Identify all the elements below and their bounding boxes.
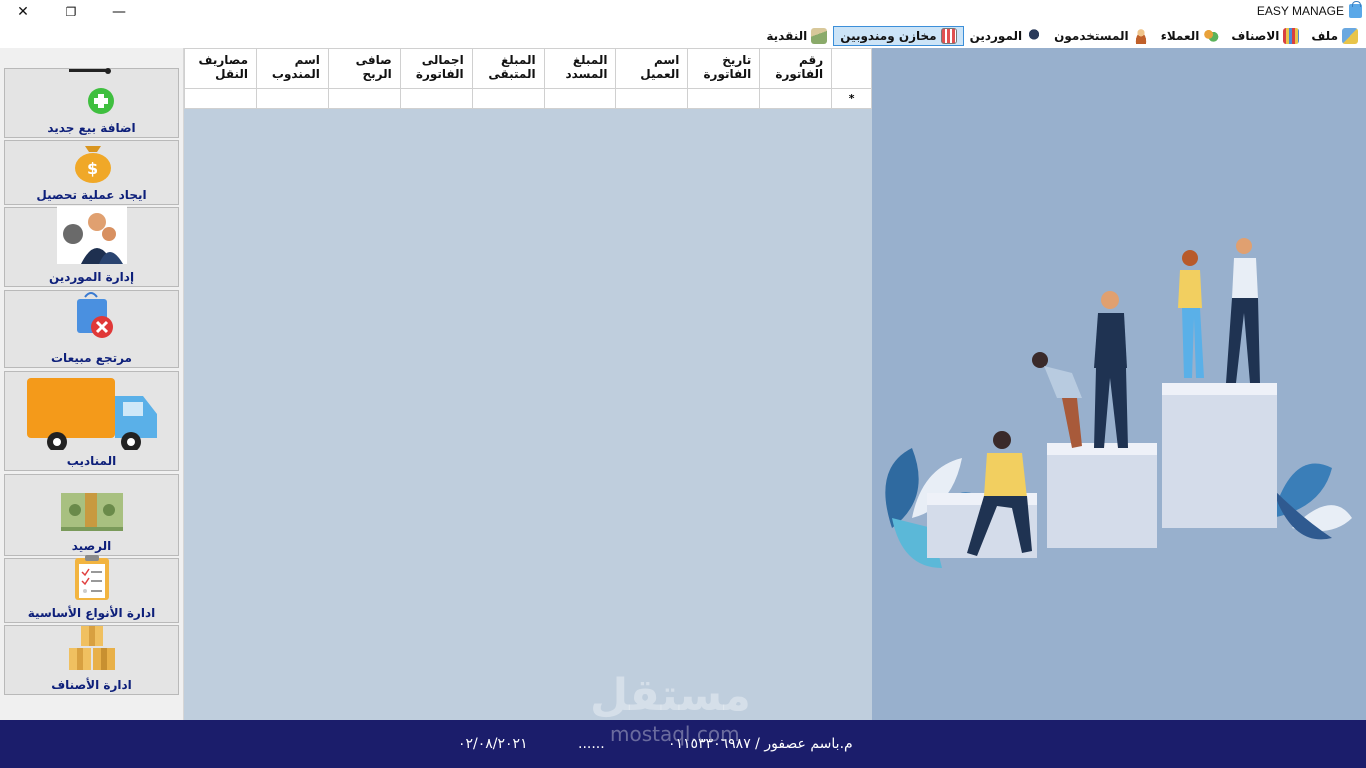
menu-items[interactable]: الاصناف bbox=[1225, 26, 1305, 46]
grid-cell[interactable] bbox=[759, 88, 833, 109]
manage-items-label: ادارة الأصناف bbox=[51, 678, 132, 692]
menu-cash[interactable]: النقدية bbox=[760, 26, 833, 46]
menu-stores-label: مخازن ومندوبين bbox=[840, 29, 937, 43]
close-button[interactable]: ✕ bbox=[0, 0, 46, 24]
menu-file-label: ملف bbox=[1311, 29, 1338, 43]
minimize-icon: — bbox=[112, 4, 126, 20]
cash-stack-icon bbox=[5, 471, 178, 539]
col-invoice-number[interactable]: رقم الفاتورة bbox=[759, 48, 833, 89]
menu-users[interactable]: المستخدمون bbox=[1048, 26, 1155, 46]
menu-items-label: الاصناف bbox=[1231, 29, 1280, 43]
cash-menu-icon bbox=[811, 28, 828, 44]
invoice-grid-area: رقم الفاتورة تاريخ الفاتورة اسم العميل المب… bbox=[184, 48, 872, 720]
add-sale-icon bbox=[5, 65, 178, 121]
manage-items-button[interactable]: ادارة الأصناف bbox=[4, 625, 179, 695]
grid-cell[interactable] bbox=[687, 88, 761, 109]
file-menu-icon bbox=[1342, 28, 1358, 44]
menu-suppliers-label: الموردين bbox=[969, 29, 1023, 43]
menu-suppliers[interactable]: الموردين bbox=[964, 26, 1049, 46]
balance-button[interactable]: الرصيد bbox=[4, 474, 179, 556]
watermark-logo: مستقل bbox=[590, 670, 751, 721]
menu-cash-label: النقدية bbox=[766, 29, 808, 43]
col-delegate-name[interactable]: اسم المندوب bbox=[256, 48, 329, 89]
shopping-bag-icon bbox=[1349, 1, 1362, 18]
basic-types-label: ادارة الأنواع الأساسية bbox=[27, 606, 156, 620]
col-customer-name[interactable]: اسم العميل bbox=[615, 48, 689, 89]
col-net-profit[interactable]: صافى الربح bbox=[327, 48, 401, 89]
menu-stores[interactable]: مخازن ومندوبين bbox=[833, 26, 964, 46]
balance-label: الرصيد bbox=[71, 539, 112, 553]
stores-menu-icon bbox=[940, 28, 957, 44]
col-invoice-total[interactable]: اجمالى الفاتورة bbox=[399, 48, 473, 89]
grid-cell[interactable] bbox=[471, 88, 545, 109]
suppliers-button[interactable]: إدارة الموردين bbox=[4, 204, 179, 287]
restore-icon: ❐ bbox=[65, 5, 77, 19]
invoice-grid[interactable]: رقم الفاتورة تاريخ الفاتورة اسم العميل المب… bbox=[184, 48, 872, 109]
boxes-icon bbox=[5, 622, 178, 678]
money-bag-icon: $ bbox=[5, 136, 178, 188]
sales-return-icon bbox=[5, 287, 178, 351]
menu-users-label: المستخدمون bbox=[1054, 29, 1129, 43]
col-paid-amount[interactable]: المبلغ المسدد bbox=[543, 48, 617, 89]
side-panel: اضافة بيع جديد $ ايجاد عملية تحصيل إدارة… bbox=[0, 48, 184, 720]
new-row-marker[interactable]: * bbox=[831, 88, 872, 109]
basic-types-button[interactable]: ادارة الأنواع الأساسية bbox=[4, 555, 179, 623]
app-title: EASY MANAGE bbox=[1256, 4, 1344, 18]
title-bar: ✕ ❐ — EASY MANAGE bbox=[0, 0, 1366, 24]
close-icon: ✕ bbox=[17, 4, 29, 20]
table-row[interactable]: * bbox=[184, 88, 872, 109]
grid-corner-cell[interactable] bbox=[831, 48, 872, 89]
menu-customers[interactable]: العملاء bbox=[1155, 26, 1226, 46]
svg-text:$: $ bbox=[87, 159, 98, 178]
users-menu-icon bbox=[1132, 28, 1149, 44]
delegates-label: المناديب bbox=[66, 454, 117, 468]
add-sale-label: اضافة بيع جديد bbox=[47, 121, 136, 135]
sales-return-button[interactable]: مرتجع مبيعات bbox=[4, 290, 179, 368]
grid-header-row: رقم الفاتورة تاريخ الفاتورة اسم العميل المب… bbox=[184, 48, 872, 89]
col-remaining-amount[interactable]: المبلغ المتبقى bbox=[471, 48, 545, 89]
grid-cell[interactable] bbox=[399, 88, 473, 109]
delivery-truck-icon bbox=[5, 368, 178, 454]
menu-file[interactable]: ملف bbox=[1305, 26, 1364, 46]
clipboard-icon bbox=[5, 554, 178, 606]
delegates-button[interactable]: المناديب bbox=[4, 371, 179, 471]
teamwork-illustration bbox=[872, 48, 1366, 720]
menu-customers-label: العملاء bbox=[1160, 29, 1200, 43]
watermark-domain: mostaql.com bbox=[610, 722, 740, 746]
items-menu-icon bbox=[1283, 28, 1300, 44]
grid-cell[interactable] bbox=[184, 88, 257, 109]
suppliers-people-icon bbox=[5, 204, 178, 270]
minimize-button[interactable]: — bbox=[96, 0, 142, 24]
grid-cell[interactable] bbox=[543, 88, 617, 109]
grid-cell[interactable] bbox=[327, 88, 401, 109]
collection-button[interactable]: $ ايجاد عملية تحصيل bbox=[4, 140, 179, 205]
menu-bar: ملف الاصناف العملاء المستخدمون الموردين … bbox=[0, 24, 1366, 48]
col-invoice-date[interactable]: تاريخ الفاتورة bbox=[687, 48, 761, 89]
suppliers-label: إدارة الموردين bbox=[48, 270, 135, 284]
grid-cell[interactable] bbox=[256, 88, 329, 109]
col-shipping-cost[interactable]: مصاريف النقل bbox=[184, 48, 257, 89]
footer-date: ٠٢/٠٨/٢٠٢١ bbox=[458, 736, 528, 752]
footer-dots: ...... bbox=[578, 736, 605, 752]
grid-cell[interactable] bbox=[615, 88, 689, 109]
add-sale-button[interactable]: اضافة بيع جديد bbox=[4, 68, 179, 138]
customers-menu-icon bbox=[1203, 28, 1220, 44]
suppliers-menu-icon bbox=[1026, 28, 1043, 44]
sales-return-label: مرتجع مبيعات bbox=[51, 351, 132, 365]
restore-button[interactable]: ❐ bbox=[48, 0, 94, 24]
collection-label: ايجاد عملية تحصيل bbox=[36, 188, 147, 202]
